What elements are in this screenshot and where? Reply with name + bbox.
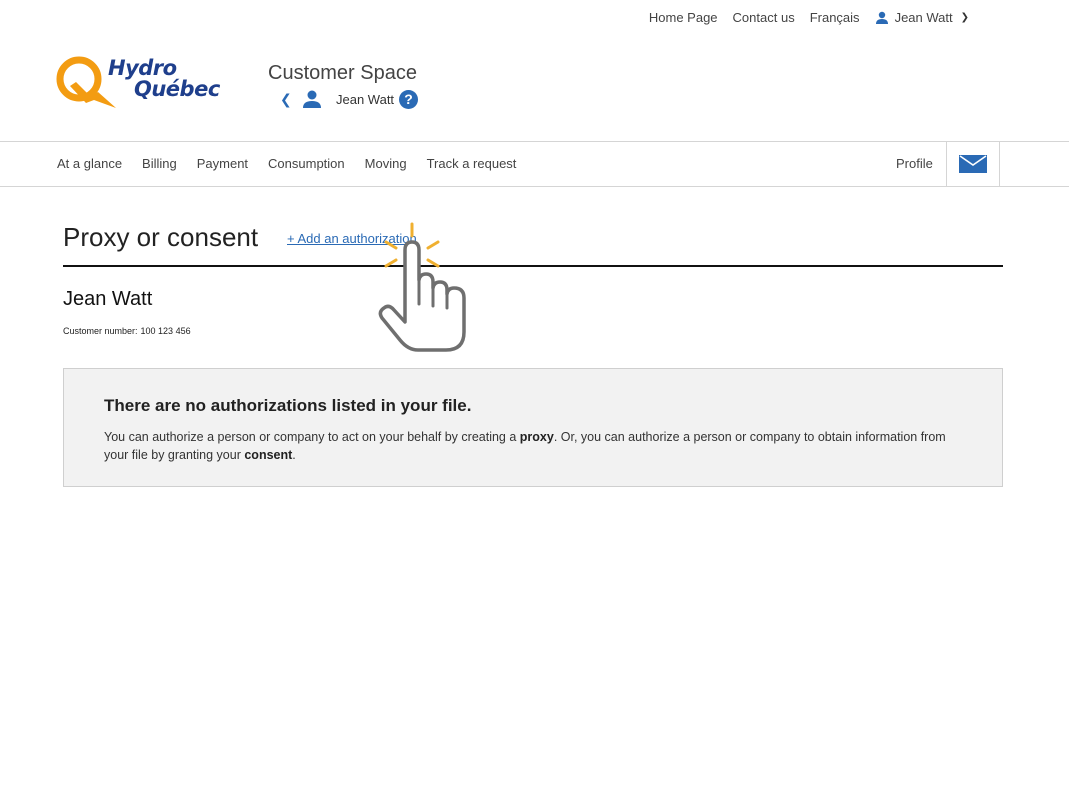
top-links: Home Page Contact us Français Jean Watt … bbox=[649, 10, 969, 25]
nav-items: At a glance Billing Payment Consumption … bbox=[57, 156, 516, 171]
help-icon[interactable]: ? bbox=[399, 89, 419, 109]
customer-number-value: 100 123 456 bbox=[140, 326, 191, 336]
customer-number-label: Customer number: bbox=[63, 326, 138, 336]
empty-state-text: You can authorize a person or company to… bbox=[104, 428, 962, 464]
chevron-down-icon: ❯ bbox=[960, 12, 969, 23]
nav-item-moving[interactable]: Moving bbox=[365, 156, 407, 171]
contact-us-link[interactable]: Contact us bbox=[733, 10, 795, 25]
main-nav: At a glance Billing Payment Consumption … bbox=[0, 141, 1069, 187]
consent-term: consent bbox=[244, 448, 293, 462]
messages-button[interactable] bbox=[946, 141, 1000, 187]
customer-number: Customer number: 100 123 456 bbox=[63, 326, 191, 336]
empty-state-panel: There are no authorizations listed in yo… bbox=[63, 368, 1003, 487]
customer-space-account: ❮ Jean Watt ? bbox=[268, 89, 419, 109]
envelope-icon bbox=[959, 155, 987, 173]
logo-line-2: Québec bbox=[134, 77, 220, 101]
customer-space-header: Customer Space ❮ Jean Watt ? bbox=[268, 62, 419, 109]
language-link[interactable]: Français bbox=[810, 10, 860, 25]
user-icon bbox=[875, 11, 888, 24]
customer-space-title: Customer Space bbox=[268, 62, 417, 84]
proxy-term: proxy bbox=[519, 430, 554, 444]
add-authorization-link[interactable]: + Add an authorization bbox=[287, 231, 417, 246]
empty-state-title: There are no authorizations listed in yo… bbox=[104, 396, 472, 415]
nav-item-payment[interactable]: Payment bbox=[197, 156, 248, 171]
home-page-link[interactable]: Home Page bbox=[649, 10, 718, 25]
title-divider bbox=[63, 265, 1003, 267]
back-chevron-icon[interactable]: ❮ bbox=[280, 91, 294, 108]
empty-state-text-1: You can authorize a person or company to… bbox=[104, 430, 520, 444]
nav-item-profile[interactable]: Profile bbox=[896, 156, 933, 171]
nav-item-at-a-glance[interactable]: At a glance bbox=[57, 156, 122, 171]
user-menu-label: Jean Watt bbox=[894, 10, 953, 25]
account-person-icon bbox=[303, 90, 321, 108]
user-menu[interactable]: Jean Watt ❯ bbox=[875, 10, 969, 25]
hydro-quebec-logo[interactable]: Hydro Québec bbox=[56, 56, 224, 112]
account-name: Jean Watt bbox=[336, 91, 395, 107]
nav-item-consumption[interactable]: Consumption bbox=[268, 156, 345, 171]
customer-name: Jean Watt bbox=[63, 288, 153, 310]
empty-state-text-3: . bbox=[292, 448, 296, 462]
page-title: Proxy or consent bbox=[63, 222, 259, 252]
logo-wordmark: Hydro Québec bbox=[108, 58, 220, 100]
nav-item-track-a-request[interactable]: Track a request bbox=[427, 156, 517, 171]
nav-item-billing[interactable]: Billing bbox=[142, 156, 177, 171]
